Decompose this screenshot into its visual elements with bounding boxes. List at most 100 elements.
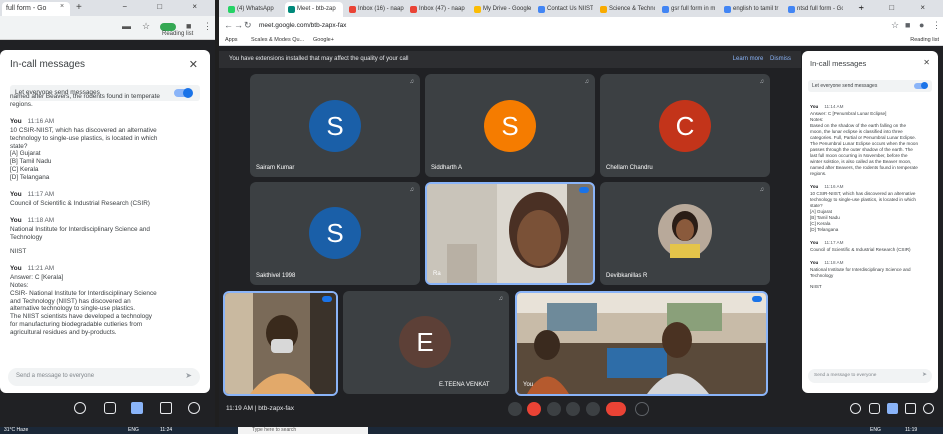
language-indicator[interactable]: ENG (128, 427, 139, 433)
extension-icon[interactable]: ▬ (122, 21, 131, 31)
participant-tile[interactable]: S ♫ Siddharth A (425, 74, 595, 177)
browser-tab[interactable]: My Drive - Google (471, 2, 531, 17)
window-controls[interactable]: − □ × (122, 2, 211, 11)
participant-tile-video[interactable]: Ra (425, 182, 595, 285)
chat-time: 11:16 AM (824, 184, 844, 189)
browser-tab[interactable]: Contact Us NIIST (535, 2, 593, 17)
reaction-icon[interactable] (635, 402, 649, 416)
more-options-icon[interactable] (322, 296, 332, 302)
back-icon[interactable]: ← (224, 20, 233, 30)
lock-icon[interactable] (188, 402, 200, 414)
extension-icon[interactable]: ■ (905, 20, 910, 30)
learn-more-link[interactable]: Learn more (733, 56, 764, 62)
people-icon[interactable] (104, 402, 116, 414)
participant-name: Ra (433, 271, 441, 277)
chat-message-line: named after Beavers, the rodents found i… (810, 165, 918, 170)
reload-icon[interactable]: ↻ (244, 20, 252, 31)
address-bar[interactable]: meet.google.com/btb-zapx-fax (253, 19, 352, 32)
camera-off-icon[interactable] (527, 402, 541, 416)
window-controls[interactable]: − □ × (858, 3, 937, 12)
send-icon[interactable]: ➤ (922, 371, 927, 378)
chat-icon[interactable] (887, 403, 898, 414)
bookmarks-bar: Apps Scales & Modes Qu... Google+ Readin… (219, 35, 943, 46)
self-video-tile[interactable]: You (515, 291, 768, 396)
menu-icon[interactable]: ⋮ (203, 21, 212, 32)
participant-tile[interactable]: ♫ Devibkanillas R (600, 182, 770, 285)
close-icon[interactable]: ✕ (189, 58, 198, 71)
messages-toggle[interactable] (914, 82, 928, 89)
more-options-icon[interactable] (579, 187, 589, 193)
chat-input[interactable]: Send a message to everyone ➤ (808, 369, 932, 383)
browser-tab[interactable]: ntsd full form - Go (785, 2, 843, 17)
participant-tile[interactable]: E ♫ E.TEENA VENKAT (343, 291, 509, 394)
chat-message-line: Council of Scientific & Industrial Resea… (10, 199, 150, 207)
chat-time: 11:17 AM (27, 191, 55, 199)
taskbar-search[interactable]: Type here to search (238, 427, 368, 434)
meeting-time-code: 11:19 AM | btb-zapx-fax (226, 405, 295, 412)
browser-tab[interactable]: Inbox (16) - naap (346, 2, 404, 17)
star-icon[interactable]: ☆ (142, 21, 150, 32)
activities-icon[interactable] (160, 402, 172, 414)
browser-tab[interactable]: Meet - btb-zap (285, 2, 343, 17)
browser-tab[interactable]: gsr full form in m (659, 2, 717, 17)
browser-tab[interactable]: Science & Technolo (597, 2, 655, 17)
chat-message-header: You 11:14 AM (810, 104, 932, 110)
info-icon[interactable] (850, 403, 861, 414)
menu-icon[interactable]: ⋮ (932, 20, 941, 31)
dismiss-button[interactable]: Dismiss (770, 56, 791, 62)
extension-warning-banner: You have extensions installed that may a… (219, 51, 801, 68)
chat-message: You 11:18 AM National Institute for Interd… (810, 260, 932, 290)
close-tab-icon[interactable]: × (60, 3, 64, 10)
chat-sender: You (810, 240, 819, 245)
participant-tile-video[interactable] (223, 291, 338, 396)
mic-icon[interactable] (508, 402, 522, 416)
left-browser-window: full form - Go × + − □ × ▬ ☆ ■ ⋮ Reading… (0, 0, 215, 427)
participant-tile[interactable]: S ♫ Sakthivel 1998 (250, 182, 420, 285)
chat-message-line: regions. (10, 100, 33, 108)
left-tab-title: full form - Go (6, 5, 47, 12)
more-options-icon[interactable] (586, 402, 600, 416)
more-options-icon[interactable] (752, 296, 762, 302)
chat-message-line: [A] Gujarat (10, 150, 41, 158)
present-screen-icon[interactable] (566, 402, 580, 416)
captions-icon[interactable] (547, 402, 561, 416)
browser-tab[interactable]: Inbox (47) - naap (407, 2, 467, 17)
participant-tile[interactable]: C ♫ Chellam Chandru (600, 74, 770, 177)
profile-icon[interactable]: ● (919, 20, 924, 30)
language-indicator[interactable]: ENG (870, 427, 881, 433)
lock-icon[interactable] (923, 403, 934, 414)
browser-tab[interactable]: (4) WhatsApp (225, 2, 283, 17)
new-tab-button[interactable]: + (847, 2, 868, 17)
bookmark-scales[interactable]: Scales & Modes Qu... (251, 37, 304, 43)
chat-icon[interactable] (131, 402, 143, 414)
tab-label: My Drive - Google (483, 6, 531, 12)
reading-list-button[interactable]: Reading list (162, 31, 193, 37)
close-icon[interactable]: ✕ (923, 58, 930, 67)
profile-icon[interactable] (160, 23, 176, 31)
participant-video (427, 184, 593, 283)
reading-list-button[interactable]: Reading list (910, 37, 939, 43)
puzzle-icon[interactable]: ■ (186, 21, 191, 31)
chat-message: named after Beavers, the rodents found i… (10, 93, 195, 109)
browser-tab[interactable]: english to tamil tr (721, 2, 781, 17)
bookmark-apps[interactable]: Apps (225, 37, 238, 43)
send-icon[interactable]: ➤ (185, 371, 192, 380)
participant-tile[interactable]: S ♫ Sairam Kumar (250, 74, 420, 177)
chat-message-line: 10 CSIR-NIIST, which has discovered an a… (10, 126, 157, 134)
chat-input[interactable]: Send a message to everyone ➤ (8, 368, 200, 386)
forward-icon[interactable]: → (234, 20, 243, 30)
chat-message-line: [C] Kerala (10, 166, 39, 174)
chat-message-line: National Institute for Interdisciplinary… (10, 225, 150, 233)
new-tab-button[interactable]: + (76, 2, 82, 13)
activities-icon[interactable] (905, 403, 916, 414)
chat-message-line: named after Beavers, the rodents found i… (10, 93, 160, 100)
right-tab-bar: − □ × (4) WhatsApp Meet - btb-zap Inbox (1… (219, 0, 943, 17)
leave-call-button[interactable] (606, 402, 626, 416)
weather-widget[interactable]: 31°C Haze (4, 427, 28, 433)
bookmark-google-plus[interactable]: Google+ (313, 37, 334, 43)
star-icon[interactable]: ☆ (891, 20, 899, 31)
people-icon[interactable] (869, 403, 880, 414)
left-tab-bar: full form - Go × + − □ × (0, 0, 215, 16)
info-icon[interactable] (74, 402, 86, 414)
chat-message-line: regions. (810, 171, 827, 176)
